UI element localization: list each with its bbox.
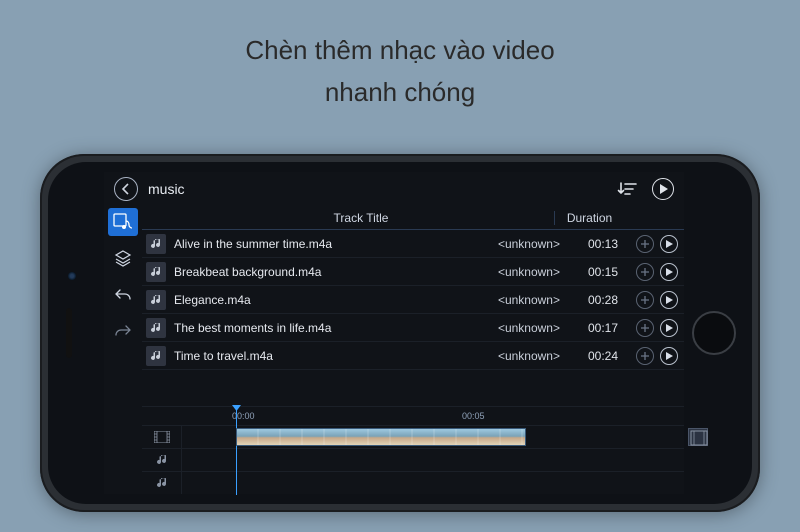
timeline-audio-row-2[interactable] <box>142 471 684 494</box>
plus-icon <box>641 296 649 304</box>
play-all-button[interactable] <box>652 178 674 200</box>
track-artist: <unknown> <box>498 293 570 307</box>
track-artist: <unknown> <box>498 349 570 363</box>
undo-icon <box>114 287 132 301</box>
music-note-icon <box>146 290 166 310</box>
side-tabs <box>104 206 142 494</box>
track-row[interactable]: Breakbeat background.m4a <unknown> 00:15 <box>142 258 684 286</box>
play-icon <box>666 240 673 248</box>
redo-button[interactable] <box>108 316 138 344</box>
play-track-button[interactable] <box>660 319 678 337</box>
add-track-button[interactable] <box>636 235 654 253</box>
tab-layers[interactable] <box>108 244 138 272</box>
track-duration: 00:13 <box>578 237 628 251</box>
track-name: Alive in the summer time.m4a <box>174 237 490 251</box>
track-row[interactable]: Time to travel.m4a <unknown> 00:24 <box>142 342 684 370</box>
promo-line-2: nhanh chóng <box>0 72 800 114</box>
layers-icon <box>114 249 132 267</box>
phone-frame: music <box>40 154 760 512</box>
play-track-button[interactable] <box>660 235 678 253</box>
tab-media[interactable] <box>108 208 138 236</box>
track-row[interactable]: The best moments in life.m4a <unknown> 0… <box>142 314 684 342</box>
column-title: Track Title <box>168 211 554 225</box>
video-track-label <box>142 426 182 448</box>
sort-button[interactable] <box>616 178 638 200</box>
add-track-button[interactable] <box>636 347 654 365</box>
play-icon <box>666 324 673 332</box>
play-icon <box>666 268 673 276</box>
track-name: Elegance.m4a <box>174 293 490 307</box>
play-icon <box>666 296 673 304</box>
phone-camera <box>68 272 76 280</box>
play-icon <box>666 352 673 360</box>
track-duration: 00:28 <box>578 293 628 307</box>
film-end-icon <box>690 430 708 446</box>
column-duration: Duration <box>554 211 624 225</box>
timeline-audio-row-1[interactable] <box>142 448 684 471</box>
app-screen: music <box>104 172 684 494</box>
promo-line-1: Chèn thêm nhạc vào video <box>0 30 800 72</box>
track-name: Breakbeat background.m4a <box>174 265 490 279</box>
timecode-1: 00:05 <box>462 411 485 421</box>
track-artist: <unknown> <box>498 237 570 251</box>
track-duration: 00:17 <box>578 321 628 335</box>
media-library-icon <box>113 213 133 231</box>
plus-icon <box>641 240 649 248</box>
track-duration: 00:15 <box>578 265 628 279</box>
clip-end-marker[interactable] <box>688 428 708 446</box>
phone-speaker <box>66 308 72 358</box>
sort-icon <box>617 181 637 197</box>
track-list: Alive in the summer time.m4a <unknown> 0… <box>142 230 684 370</box>
track-name: Time to travel.m4a <box>174 349 490 363</box>
chevron-left-icon <box>121 183 131 195</box>
music-note-icon <box>156 454 168 466</box>
track-artist: <unknown> <box>498 265 570 279</box>
plus-icon <box>641 268 649 276</box>
main-area: Track Title Duration Alive in the summer… <box>104 206 684 494</box>
promo-title: Chèn thêm nhạc vào video nhanh chóng <box>0 0 800 113</box>
add-track-button[interactable] <box>636 263 654 281</box>
track-row[interactable]: Alive in the summer time.m4a <unknown> 0… <box>142 230 684 258</box>
add-track-button[interactable] <box>636 319 654 337</box>
music-note-icon <box>146 318 166 338</box>
play-icon <box>659 184 668 194</box>
timeline-ruler[interactable]: 00:00 00:05 <box>142 407 684 425</box>
play-track-button[interactable] <box>660 347 678 365</box>
video-clip[interactable] <box>236 428 526 446</box>
home-button[interactable] <box>692 311 736 355</box>
play-track-button[interactable] <box>660 263 678 281</box>
music-note-icon <box>146 234 166 254</box>
track-header: Track Title Duration <box>142 206 684 230</box>
add-track-button[interactable] <box>636 291 654 309</box>
music-note-icon <box>146 262 166 282</box>
audio-track-label <box>142 472 182 494</box>
track-artist: <unknown> <box>498 321 570 335</box>
plus-icon <box>641 352 649 360</box>
film-icon <box>154 431 170 443</box>
track-duration: 00:24 <box>578 349 628 363</box>
track-name: The best moments in life.m4a <box>174 321 490 335</box>
topbar: music <box>104 172 684 206</box>
audio-track-label <box>142 449 182 471</box>
timeline[interactable]: 00:00 00:05 <box>142 406 684 494</box>
track-row[interactable]: Elegance.m4a <unknown> 00:28 <box>142 286 684 314</box>
redo-icon <box>114 323 132 337</box>
undo-button[interactable] <box>108 280 138 308</box>
music-note-icon <box>146 346 166 366</box>
back-button[interactable] <box>114 177 138 201</box>
plus-icon <box>641 324 649 332</box>
music-note-icon <box>156 477 168 489</box>
content-area: Track Title Duration Alive in the summer… <box>142 206 684 494</box>
screen-title: music <box>148 181 606 197</box>
play-track-button[interactable] <box>660 291 678 309</box>
timeline-video-row[interactable] <box>142 425 684 448</box>
